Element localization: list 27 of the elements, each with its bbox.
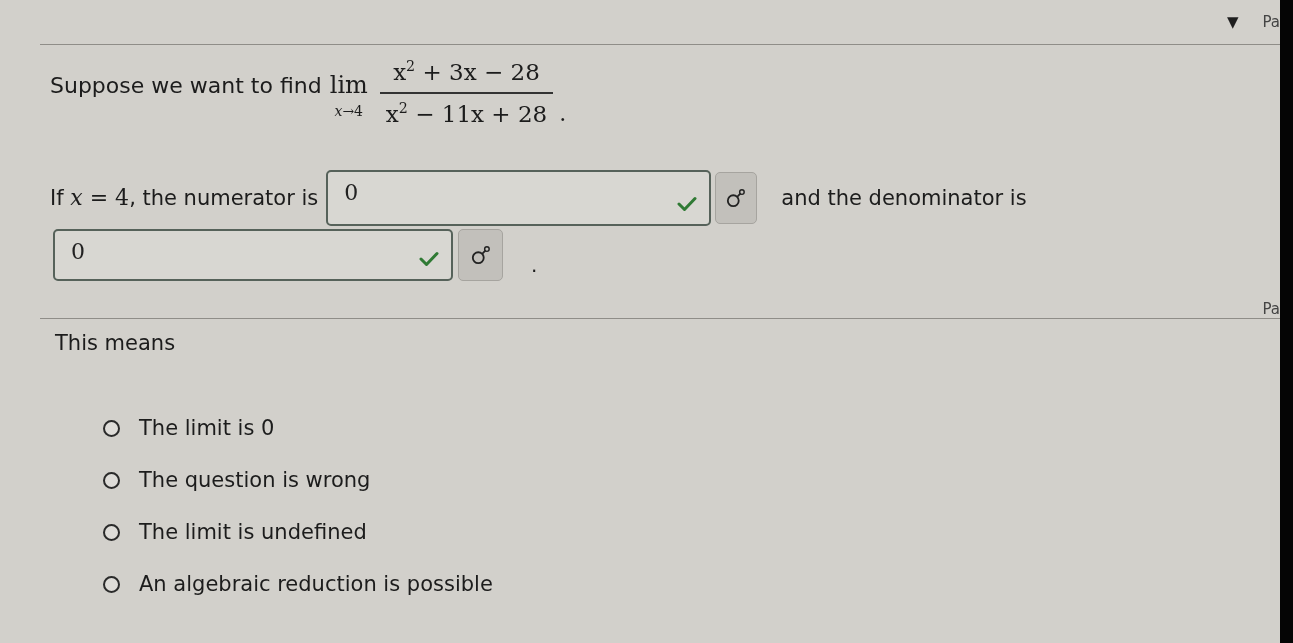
section-text: This means [55, 330, 176, 356]
radio-button[interactable] [103, 471, 120, 489]
denominator-expression: x$^{2}$ − 11x + 28 [384, 99, 549, 129]
dropdown-triangle[interactable]: ▼ [1226, 13, 1239, 31]
numerator-expression: x$^{2}$ + 3x − 28 [392, 57, 541, 87]
radio-button[interactable] [103, 419, 120, 437]
answer-field[interactable]: 0 [53, 229, 453, 281]
answer-tool-button[interactable] [458, 229, 503, 281]
option-label[interactable]: The limit is undefined [139, 519, 367, 545]
male-sign-icon [726, 188, 747, 208]
denominator-prompt: and the denominator is [781, 185, 1027, 211]
option-label[interactable]: An algebraic reduction is possible [139, 571, 493, 597]
radio-button[interactable] [103, 575, 120, 593]
male-sign-icon [470, 245, 491, 265]
answer-field[interactable]: 0 [326, 170, 712, 226]
part-label[interactable]: Pa [1262, 13, 1280, 31]
numerator-prompt: If x = 4, the numerator is [50, 185, 319, 211]
part-label[interactable]: Pa [1262, 300, 1280, 318]
answer-tool-button[interactable] [715, 172, 758, 224]
option-label[interactable]: The question is wrong [139, 467, 371, 493]
limit-subscript: x→4 [334, 103, 364, 119]
period-text: . [531, 254, 538, 276]
radio-button[interactable] [103, 523, 120, 541]
question-text: Suppose we want to find [50, 73, 322, 99]
period-text: . [559, 101, 567, 127]
option-label[interactable]: The limit is 0 [139, 415, 275, 441]
limit-operator: lim [329, 71, 368, 99]
